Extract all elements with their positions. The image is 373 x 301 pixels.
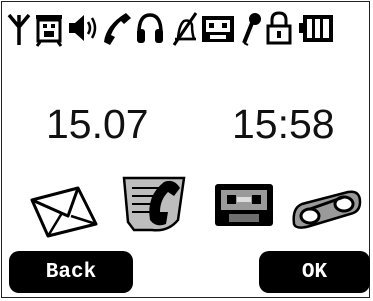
headset-icon <box>134 9 166 47</box>
phone-handset-icon <box>102 9 132 47</box>
call-note-icon[interactable] <box>118 174 200 234</box>
speaker-icon <box>66 9 100 47</box>
battery-icon <box>298 9 334 47</box>
phone-screen: 15.07 15:58 Back OK <box>1 1 370 298</box>
ok-softkey-button[interactable]: OK <box>259 251 370 293</box>
back-softkey-button[interactable]: Back <box>9 251 133 293</box>
cassette-icon <box>200 9 236 47</box>
status-bar <box>6 7 370 49</box>
microphone-icon <box>238 9 264 47</box>
signal-antenna-icon <box>6 9 32 47</box>
envelope-icon[interactable] <box>28 186 100 238</box>
voicemail-icon[interactable] <box>290 188 362 232</box>
alarm-clock-icon <box>34 9 64 47</box>
date-display: 15.07 <box>46 101 149 147</box>
padlock-icon <box>264 9 294 47</box>
time-display: 15:58 <box>232 101 335 147</box>
muted-bell-icon <box>170 9 198 47</box>
tape-icon[interactable] <box>213 182 275 228</box>
